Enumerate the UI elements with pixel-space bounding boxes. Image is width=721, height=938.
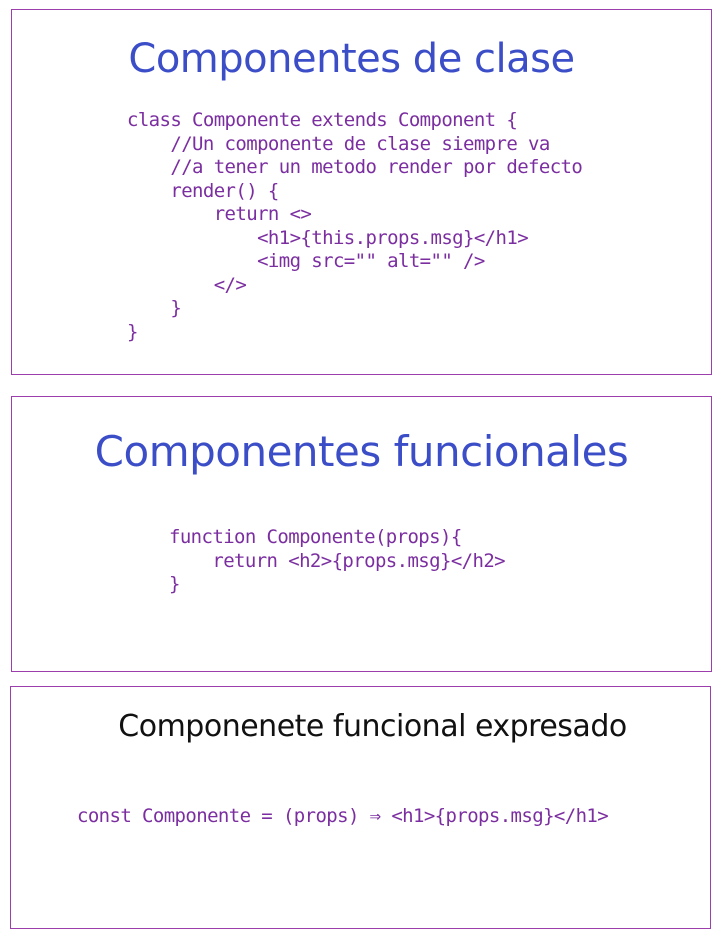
expressed-functional-component-code: const Componente = (props) ⇒ <h1>{props.… xyxy=(77,805,609,827)
functional-component-code: function Componente(props){ return <h2>{… xyxy=(169,526,506,595)
class-component-code: class Componente extends Component { //U… xyxy=(127,109,583,343)
class-components-panel: Componentes de clase class Componente ex… xyxy=(11,9,712,375)
expressed-functional-component-title: Componenete funcional expresado xyxy=(118,709,627,744)
expressed-functional-component-panel: Componenete funcional expresado const Co… xyxy=(10,686,711,929)
functional-components-panel: Componentes funcionales function Compone… xyxy=(11,396,712,672)
functional-components-title: Componentes funcionales xyxy=(94,427,629,476)
class-components-title: Componentes de clase xyxy=(128,36,575,82)
